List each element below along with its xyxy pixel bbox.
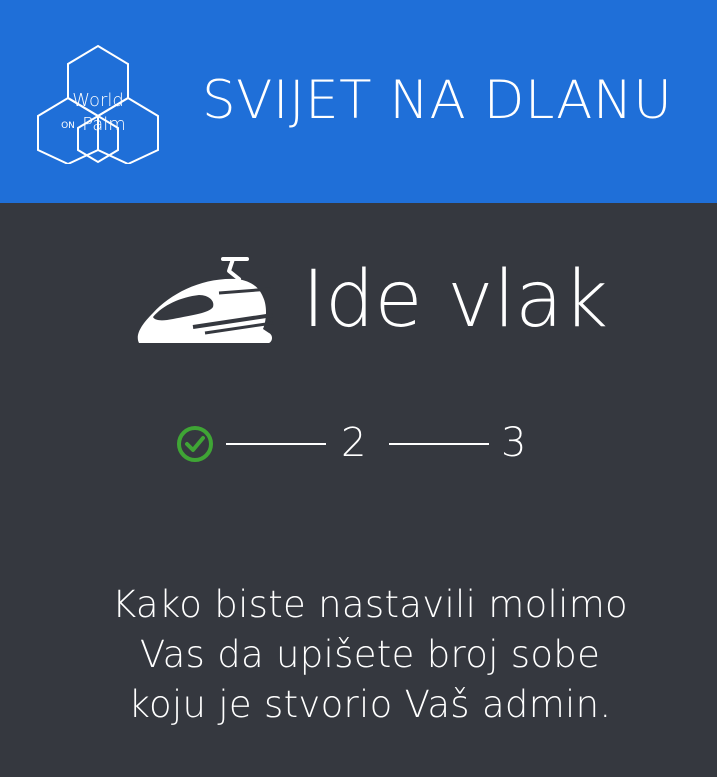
train-icon bbox=[133, 253, 275, 348]
step-3-number: 3 bbox=[501, 420, 527, 466]
svg-text:ON: ON bbox=[61, 121, 75, 131]
instructions-line: Kako biste nastavili molimo bbox=[112, 583, 628, 626]
app-title: SVIJET NA DLANU bbox=[202, 70, 673, 131]
check-circle-icon bbox=[176, 425, 214, 463]
step-connector bbox=[389, 443, 489, 445]
instructions-line: Vas da upišete broj sobe bbox=[139, 633, 601, 676]
step-2-number: 2 bbox=[341, 420, 367, 466]
progress-stepper: 2 3 bbox=[0, 420, 717, 470]
svg-text:World: World bbox=[72, 90, 124, 111]
hexagon-logo-icon: World ON Palm bbox=[37, 44, 159, 164]
step-connector bbox=[226, 443, 326, 445]
hero-title: Ide vlak bbox=[302, 255, 609, 345]
svg-text:Palm: Palm bbox=[82, 114, 126, 135]
instructions-text: Kako biste nastavili molimo Vas da upiše… bbox=[0, 580, 717, 730]
world-on-palm-logo: World ON Palm bbox=[34, 40, 162, 164]
app-header: World ON Palm SVIJET NA DLANU bbox=[0, 0, 717, 203]
instructions-line: koju je stvorio Vaš admin. bbox=[128, 683, 612, 726]
